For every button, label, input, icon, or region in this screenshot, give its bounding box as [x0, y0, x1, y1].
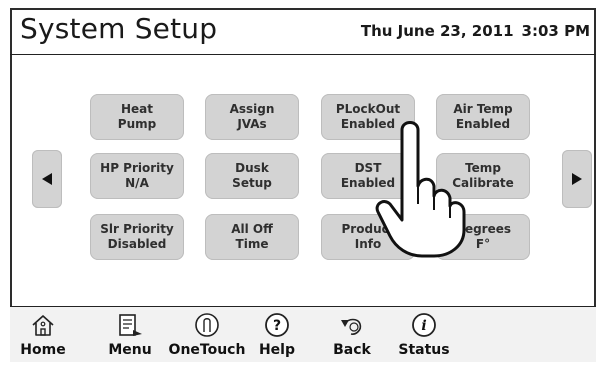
heat-pump-button[interactable]: Heat Pump	[90, 94, 184, 140]
toolbar-label-home: Home	[20, 342, 66, 358]
toolbar-label-menu: Menu	[108, 342, 152, 358]
page-title: System Setup	[20, 12, 218, 45]
dusk-setup-button[interactable]: Dusk Setup	[205, 153, 299, 199]
time-text: 3:03 PM	[521, 22, 590, 40]
left-triangle-icon	[42, 173, 52, 185]
date-time: Thu June 23, 2011 3:03 PM	[361, 22, 590, 40]
bottom-toolbar	[10, 306, 596, 362]
home-button[interactable]: Home	[18, 306, 68, 361]
touch-button-icon	[195, 313, 219, 337]
menu-button[interactable]: Menu	[102, 306, 158, 361]
menu-icon	[119, 314, 142, 336]
button-line2: Pump	[117, 117, 157, 131]
button-line2: JVAs	[237, 117, 267, 131]
button-line1: Slr Priority	[100, 222, 174, 236]
button-line1: Heat	[120, 102, 153, 116]
back-button[interactable]: Back	[326, 306, 378, 361]
toolbar-label-help: Help	[258, 342, 296, 358]
button-line1: Assign	[229, 102, 275, 116]
all-off-time-button[interactable]: All Off Time	[205, 214, 299, 260]
slr-priority-button[interactable]: Slr Priority Disabled	[90, 214, 184, 260]
header-divider	[10, 54, 596, 55]
pointing-hand-icon	[375, 121, 466, 258]
svg-text:i: i	[421, 318, 426, 334]
button-line1: HP Priority	[100, 161, 174, 175]
prev-page-button[interactable]	[32, 150, 62, 208]
button-line2: Setup	[232, 176, 272, 190]
help-button[interactable]: ? Help	[252, 306, 302, 361]
house-icon	[32, 315, 54, 336]
button-line1: Dusk	[235, 161, 269, 175]
svg-text:?: ?	[273, 318, 281, 334]
back-icon	[341, 318, 362, 335]
hp-priority-button[interactable]: HP Priority N/A	[90, 153, 184, 199]
help-icon: ?	[265, 313, 289, 337]
button-line2: N/A	[125, 176, 149, 190]
button-line2: F°	[475, 237, 491, 251]
toolbar-label-back: Back	[333, 342, 371, 358]
toolbar-label-onetouch: OneTouch	[168, 342, 246, 358]
button-line2: Time	[235, 237, 269, 251]
button-line2: Disabled	[107, 237, 167, 251]
next-page-button[interactable]	[562, 150, 592, 208]
button-line1: All Off	[231, 222, 273, 236]
status-button[interactable]: i Status	[394, 306, 454, 361]
info-icon: i	[412, 313, 436, 337]
onetouch-button[interactable]: OneTouch	[164, 306, 250, 361]
right-triangle-icon	[572, 173, 582, 185]
assign-jvas-button[interactable]: Assign JVAs	[205, 94, 299, 140]
date-text: Thu June 23, 2011	[360, 22, 514, 40]
toolbar-label-status: Status	[398, 342, 450, 358]
